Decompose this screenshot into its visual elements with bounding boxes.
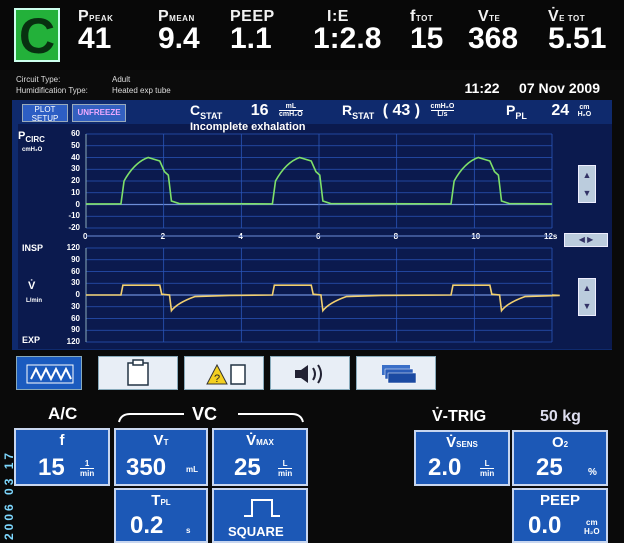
tab-alarms[interactable]: ? <box>184 356 264 390</box>
tab-screens[interactable] <box>356 356 436 390</box>
clipboard-icon <box>127 359 149 386</box>
setting-oxygen[interactable]: O2 25 % <box>512 430 608 486</box>
setting-flow-pattern[interactable]: SQUARE <box>212 488 308 543</box>
speaker-icon <box>295 364 322 384</box>
setting-flow-sensitivity[interactable]: V̇SENS 2.0 Lmin <box>414 430 510 486</box>
time-scale-button[interactable]: ◀ ▶ <box>564 233 608 247</box>
trigger-label: V̇-TRIG <box>432 408 487 425</box>
setting-plateau-time[interactable]: TPL 0.2 s <box>114 488 208 543</box>
photo-datestamp: 2006 03 17 <box>2 449 16 540</box>
setting-tidal-volume[interactable]: VT 350 mL <box>114 428 208 486</box>
tab-sound[interactable] <box>270 356 350 390</box>
tab-clipboard[interactable] <box>98 356 178 390</box>
alarm-warning-icon: ? <box>206 363 246 385</box>
patient-weight: 50 kg <box>540 408 581 425</box>
square-wave-icon <box>244 499 280 517</box>
graph-grid <box>85 133 553 343</box>
pressure-scale-button[interactable]: ▲ ▼ <box>578 165 596 203</box>
setting-peep[interactable]: PEEP 0.0 cm H₂O <box>512 488 608 543</box>
stacked-windows-icon <box>382 365 417 384</box>
setting-respiratory-rate[interactable]: f 15 1 min <box>14 428 110 486</box>
svg-text:?: ? <box>214 373 220 385</box>
setting-peak-flow[interactable]: V̇MAX 25 Lmin <box>212 428 308 486</box>
flow-scale-button[interactable]: ▲ ▼ <box>578 278 596 316</box>
type-bracket <box>118 413 304 423</box>
tab-waveforms[interactable] <box>16 356 82 390</box>
waveform-icon <box>26 364 74 384</box>
mode-label: A/C <box>48 404 78 423</box>
